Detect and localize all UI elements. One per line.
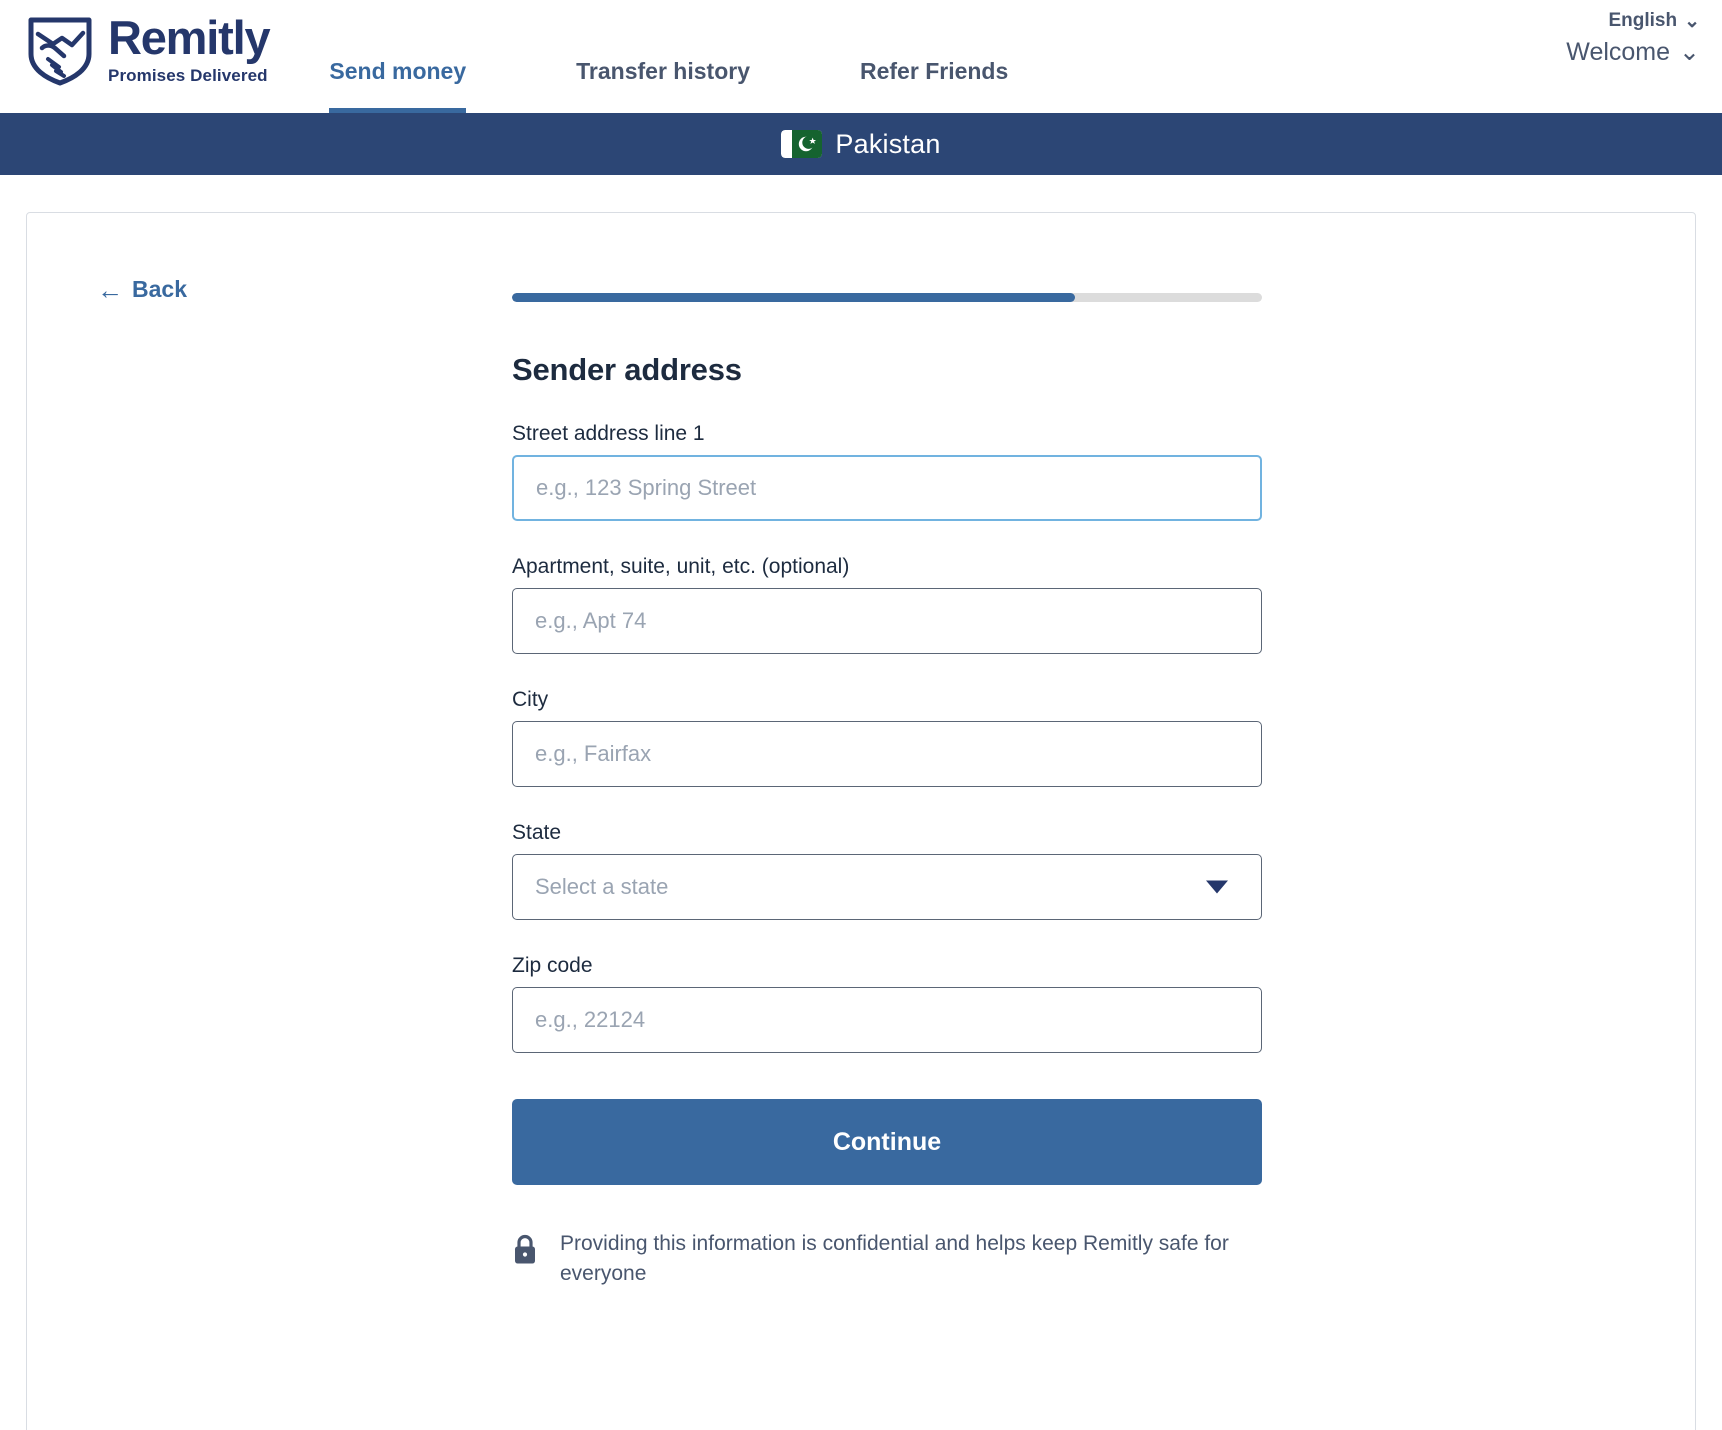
content-card: ← Back Sender address Street address lin… — [26, 212, 1696, 1430]
brand-logo[interactable]: Remitly Promises Delivered — [0, 0, 271, 86]
street-address-line-1-placeholder: e.g., 123 Spring Street — [536, 475, 757, 500]
brand-name: Remitly — [108, 11, 271, 64]
confidentiality-note: Providing this information is confidenti… — [512, 1229, 1262, 1289]
nav-item-transfer-history[interactable]: Transfer history — [576, 0, 750, 113]
field-apartment-label: Apartment, suite, unit, etc. (optional) — [512, 555, 850, 578]
nav-item-refer-friends-label: Refer Friends — [860, 58, 1009, 84]
destination-country-bar[interactable]: Pakistan — [0, 113, 1722, 175]
destination-country-label: Pakistan — [835, 128, 941, 159]
city-input[interactable]: e.g., Fairfax — [512, 721, 1262, 787]
state-select-placeholder: Select a state — [535, 874, 669, 899]
page-title: Sender address — [512, 352, 742, 387]
continue-button[interactable]: Continue — [512, 1099, 1262, 1185]
chevron-down-icon — [1206, 880, 1228, 894]
field-zip-code: Zip code e.g., 22124 — [512, 954, 1262, 1053]
arrow-left-icon: ← — [97, 274, 123, 305]
field-state: State Select a state — [512, 821, 1262, 920]
pakistan-flag-icon — [781, 130, 823, 158]
field-street-address-line-1: Street address line 1 e.g., 123 Spring S… — [512, 422, 1262, 521]
back-button-label: Back — [132, 276, 187, 302]
site-header: Remitly Promises Delivered Send money Tr… — [0, 0, 1722, 113]
nav-item-send-money-label: Send money — [329, 58, 467, 84]
field-state-label: State — [512, 821, 562, 844]
sender-address-form: Sender address Street address line 1 e.g… — [512, 293, 1262, 1289]
apartment-input[interactable]: e.g., Apt 74 — [512, 588, 1262, 654]
nav-item-transfer-history-label: Transfer history — [576, 58, 750, 84]
brand-tagline: Promises Delivered — [108, 66, 268, 85]
field-apartment: Apartment, suite, unit, etc. (optional) … — [512, 555, 1262, 654]
main-nav: Send money Transfer history Refer Friend… — [329, 0, 1008, 113]
chevron-down-icon: ⌄ — [1679, 38, 1700, 66]
back-button[interactable]: ← Back — [97, 276, 187, 303]
header-right-controls: English ⌄ Welcome ⌄ — [1566, 10, 1700, 67]
progress-bar — [512, 293, 1262, 302]
chevron-down-icon: ⌄ — [1684, 10, 1700, 32]
zip-code-placeholder: e.g., 22124 — [535, 1007, 646, 1032]
nav-active-underline — [329, 108, 467, 113]
confidentiality-note-text: Providing this information is confidenti… — [560, 1232, 1229, 1285]
account-menu-label: Welcome — [1566, 38, 1671, 66]
language-selector[interactable]: English ⌄ — [1608, 10, 1700, 32]
field-city-label: City — [512, 688, 549, 711]
account-menu[interactable]: Welcome ⌄ — [1566, 38, 1700, 67]
field-zip-code-label: Zip code — [512, 954, 593, 977]
nav-item-send-money[interactable]: Send money — [329, 0, 467, 113]
zip-code-input[interactable]: e.g., 22124 — [512, 987, 1262, 1053]
street-address-line-1-input[interactable]: e.g., 123 Spring Street — [512, 455, 1262, 521]
apartment-placeholder: e.g., Apt 74 — [535, 608, 647, 633]
language-selector-label: English — [1608, 10, 1678, 31]
state-select[interactable]: Select a state — [512, 854, 1262, 920]
city-placeholder: e.g., Fairfax — [535, 741, 652, 766]
field-city: City e.g., Fairfax — [512, 688, 1262, 787]
shield-handshake-icon — [26, 14, 94, 86]
lock-icon — [512, 1233, 538, 1265]
progress-bar-fill — [512, 293, 1075, 302]
nav-item-refer-friends[interactable]: Refer Friends — [860, 0, 1008, 113]
field-street-address-line-1-label: Street address line 1 — [512, 422, 705, 445]
